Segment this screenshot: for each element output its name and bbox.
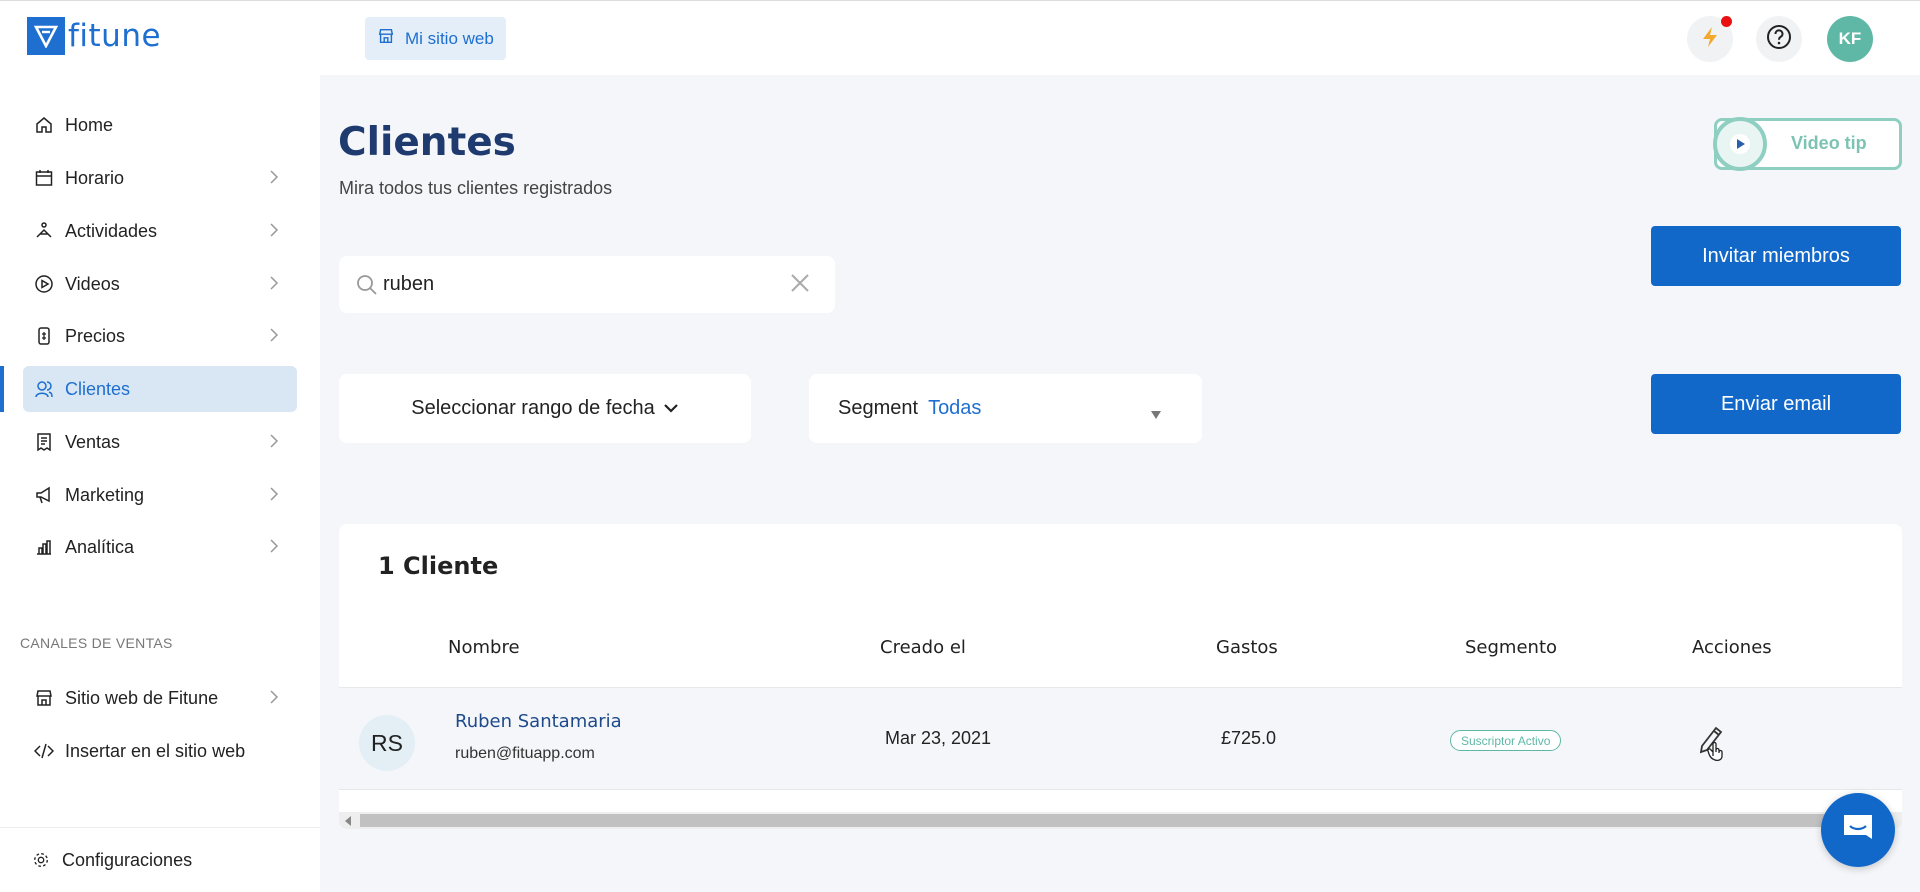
lightning-icon (1700, 26, 1720, 53)
horizontal-scrollbar[interactable] (339, 812, 1902, 829)
client-count: 1 Cliente (378, 552, 499, 580)
chat-icon (1840, 811, 1876, 850)
brand-logo[interactable]: fitune (27, 17, 161, 55)
column-header-name[interactable]: Nombre (448, 637, 520, 658)
store-icon (377, 27, 395, 50)
sales-channels-heading: CANALES DE VENTAS (20, 635, 173, 651)
sidebar-item-actividades[interactable]: Actividades (23, 208, 297, 254)
edit-pencil-icon[interactable] (1696, 722, 1728, 767)
client-spent: £725.0 (1221, 728, 1277, 748)
sidebar-item-label: Marketing (65, 484, 145, 505)
sidebar-item-label: Insertar en el sitio web (65, 740, 246, 761)
chevron-right-icon (269, 169, 279, 190)
gear-icon (30, 849, 52, 871)
column-header-spent[interactable]: Gastos (1216, 637, 1278, 658)
video-tip-button[interactable]: Video tip (1713, 117, 1902, 171)
chevron-right-icon (269, 538, 279, 559)
sidebar-item-horario[interactable]: Horario (23, 155, 297, 201)
users-icon (33, 378, 55, 400)
chevron-right-icon (269, 222, 279, 243)
scrollbar-thumb[interactable] (360, 814, 1880, 827)
date-range-filter[interactable]: Seleccionar rango de fecha (339, 374, 751, 443)
lightning-button[interactable] (1687, 16, 1733, 62)
chevron-right-icon (269, 433, 279, 454)
chevron-right-icon (269, 689, 279, 710)
calendar-icon (33, 167, 55, 189)
column-header-actions: Acciones (1692, 637, 1772, 658)
play-icon (1713, 117, 1767, 171)
chat-support-button[interactable] (1821, 793, 1895, 867)
segment-filter[interactable]: Segment Todas (809, 374, 1202, 443)
sidebar-item-label: Sitio web de Fitune (65, 687, 219, 708)
client-avatar: RS (359, 715, 415, 771)
sidebar-item-label: Actividades (65, 220, 158, 241)
sidebar-item-videos[interactable]: Videos (23, 261, 297, 307)
invite-members-button[interactable]: Invitar miembros (1651, 226, 1901, 286)
search-box (339, 256, 835, 313)
video-tip-label: Video tip (1791, 133, 1867, 153)
sidebar-item-label: Horario (65, 167, 125, 188)
sidebar-item-marketing[interactable]: Marketing (23, 472, 297, 518)
sidebar-item-label: Precios (65, 325, 126, 346)
client-name-link[interactable]: Ruben Santamaria (455, 711, 622, 732)
sidebar-footer: Configuraciones (0, 827, 320, 892)
segment-badge: Suscriptor Activo (1450, 730, 1562, 751)
my-website-label: Mi sitio web (405, 28, 494, 48)
sidebar-item-label: Home (65, 114, 114, 135)
page-subtitle: Mira todos tus clientes registrados (339, 178, 613, 198)
sidebar: Home Horario Actividades Videos Precios … (0, 75, 320, 892)
sidebar-item-precios[interactable]: Precios (23, 313, 297, 359)
user-avatar[interactable]: KF (1827, 16, 1873, 62)
price-tag-icon (33, 325, 55, 347)
sidebar-item-home[interactable]: Home (23, 102, 297, 148)
chevron-right-icon (269, 327, 279, 348)
play-circle-icon (33, 273, 55, 295)
clear-search-icon[interactable] (789, 272, 811, 299)
my-website-button[interactable]: Mi sitio web (365, 17, 506, 60)
home-icon (33, 114, 55, 136)
chevron-down-icon (663, 397, 679, 420)
logo-text: fitune (68, 18, 162, 54)
client-email: ruben@fituapp.com (455, 745, 595, 762)
column-header-segment[interactable]: Segmento (1465, 637, 1557, 658)
help-icon (1766, 24, 1792, 55)
page-title: Clientes (338, 120, 516, 165)
logo-mark-icon (27, 17, 65, 55)
date-range-label: Seleccionar rango de fecha (411, 397, 655, 419)
code-icon (33, 740, 55, 762)
sidebar-item-clientes[interactable]: Clientes (23, 366, 297, 412)
sidebar-item-label: Analítica (65, 536, 135, 557)
sidebar-item-fitune-website[interactable]: Sitio web de Fitune (23, 675, 297, 721)
notification-dot (1721, 16, 1732, 27)
client-created-date: Mar 23, 2021 (885, 728, 992, 748)
search-input[interactable] (383, 268, 773, 300)
search-icon (356, 274, 378, 301)
receipt-icon (33, 431, 55, 453)
segment-filter-label: Segment (838, 397, 919, 419)
table-row[interactable]: RS Ruben Santamaria ruben@fituapp.com Ma… (339, 687, 1902, 790)
sidebar-item-embed[interactable]: Insertar en el sitio web (23, 728, 297, 774)
sidebar-item-label: Ventas (65, 431, 121, 452)
active-indicator (0, 366, 4, 412)
clients-table-card: 1 Cliente Nombre Creado el Gastos Segmen… (339, 524, 1902, 829)
sidebar-item-settings[interactable]: Configuraciones (20, 837, 294, 883)
sidebar-item-ventas[interactable]: Ventas (23, 419, 297, 465)
chevron-right-icon (269, 275, 279, 296)
send-email-button[interactable]: Enviar email (1651, 374, 1901, 434)
caret-down-icon (1150, 403, 1162, 426)
sidebar-item-label: Videos (65, 273, 120, 294)
chevron-right-icon (269, 486, 279, 507)
column-header-created[interactable]: Creado el (880, 637, 966, 658)
bar-chart-icon (33, 536, 55, 558)
scroll-left-arrow-icon[interactable] (345, 816, 351, 826)
sidebar-item-label: Clientes (65, 378, 131, 399)
top-bar: fitune Mi sitio web KF (0, 0, 1920, 75)
help-button[interactable] (1756, 16, 1802, 62)
sidebar-item-analitica[interactable]: Analítica (23, 524, 297, 570)
megaphone-icon (33, 484, 55, 506)
store-icon (33, 687, 55, 709)
segment-filter-value: Todas (928, 397, 982, 419)
sidebar-item-label: Configuraciones (62, 849, 193, 870)
activity-icon (33, 220, 55, 242)
